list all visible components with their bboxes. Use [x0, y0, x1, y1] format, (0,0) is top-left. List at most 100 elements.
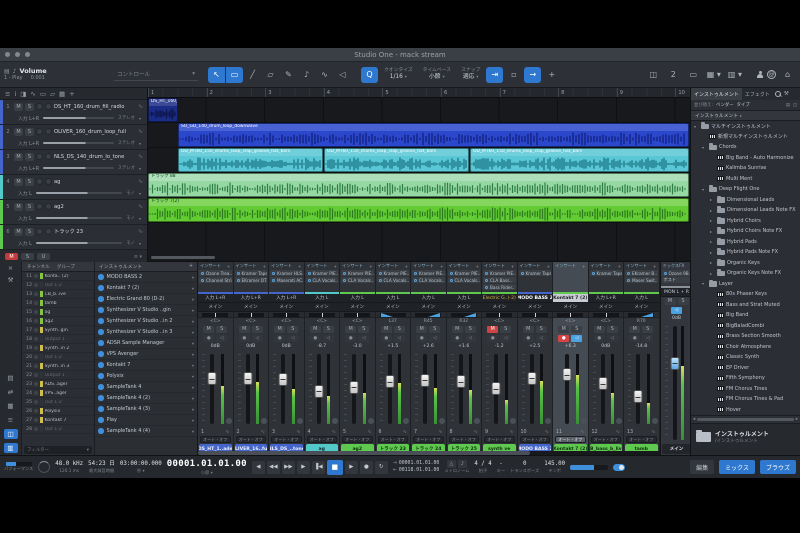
pan-slider[interactable]: [522, 313, 548, 317]
tool-button[interactable]: ✎: [280, 67, 297, 83]
add-button[interactable]: +: [543, 67, 560, 83]
track-monitor-button[interactable]: [45, 103, 52, 110]
browser-tree-item[interactable]: ▸ Organic Keys: [691, 258, 800, 269]
track-input-label[interactable]: 入力 L: [18, 190, 32, 197]
record-arm-button[interactable]: ●: [523, 335, 534, 342]
browser-tree-item[interactable]: Brass Section Smooth: [691, 331, 800, 342]
channel-visible-dot[interactable]: [34, 310, 38, 314]
channel-list-row[interactable]: 20 Out 1-2: [22, 353, 94, 362]
browser-tree-item[interactable]: ▸ Organic Keys Note FX: [691, 268, 800, 279]
rack-instrument-item[interactable]: SampleTank 4 (3) ▾: [95, 404, 197, 415]
rack-instrument-item[interactable]: Synthesizer V Studio ..in 3 ▾: [95, 327, 197, 338]
solo-button[interactable]: S: [500, 326, 511, 333]
mixer-channel-strip[interactable]: インサート+ Ozone Trea.. Channel Strip 入力 L+R…: [198, 262, 234, 455]
channel-visible-dot[interactable]: [34, 319, 38, 323]
monitor-button[interactable]: ◁: [642, 335, 653, 342]
record-arm-button[interactable]: ●: [629, 335, 640, 342]
cue-knob[interactable]: [545, 418, 551, 424]
insert-slot[interactable]: Maser Swit..: [625, 277, 658, 283]
channel-list-row[interactable]: 28 Out 1-2: [22, 425, 94, 434]
add-insert-icon[interactable]: +: [404, 264, 408, 269]
channel-list-row[interactable]: 15 ag: [22, 308, 94, 317]
performance-monitor[interactable]: パフォーマンス: [4, 462, 33, 471]
channel-output-select[interactable]: メイン: [411, 303, 446, 312]
snap-setting[interactable]: スナップ 適応 ▾: [461, 68, 480, 80]
track-channel-mode[interactable]: ステレオ: [118, 140, 135, 146]
channel-name[interactable]: ADS..ager: [45, 382, 93, 387]
channel-name[interactable]: Out 1-2: [45, 283, 93, 288]
channel-name[interactable]: Konta.. (2): [45, 274, 93, 279]
pan-slider[interactable]: [486, 313, 512, 317]
track-monitor-button[interactable]: [45, 178, 52, 185]
post-section[interactable]: ポスト: [662, 277, 692, 283]
volume-fader[interactable]: [636, 354, 640, 424]
solo-button[interactable]: S: [607, 326, 618, 333]
track-row[interactable]: 3 M S NLS_DS_140_drum_lo_tone ∿ 入力 L+R ス…: [0, 150, 147, 175]
track-row[interactable]: 2 M S OLIVER_160_drum_loop_full ∿ 入力 L+R…: [0, 125, 147, 150]
view-button[interactable]: ▦ ▾: [705, 67, 723, 83]
fader-thumb[interactable]: [279, 373, 288, 386]
mute-button[interactable]: M: [381, 326, 392, 333]
search-icon[interactable]: [775, 91, 782, 98]
plugin-power-icon[interactable]: [272, 279, 275, 282]
solo-button[interactable]: S: [323, 326, 334, 333]
transport-button[interactable]: ◀: [252, 461, 265, 474]
tree-expand-arrow[interactable]: ▾: [702, 281, 707, 286]
metronome-section[interactable]: △♪ メトロノーム: [444, 460, 469, 473]
track-header-icon[interactable]: ◨: [20, 90, 26, 98]
monitor-button[interactable]: ◁: [607, 335, 618, 342]
browser-tab[interactable]: エフェクト: [742, 88, 773, 100]
record-arm-button[interactable]: ●: [487, 335, 498, 342]
volume-fader[interactable]: [459, 354, 463, 424]
channel-output-select[interactable]: メイン: [269, 303, 304, 312]
channel-list-row[interactable]: 23 ADS..ager: [22, 380, 94, 389]
track-input-label[interactable]: 入力 L+R: [18, 140, 39, 147]
mixer-channel-strip[interactable]: インサート+ Kontakt 7 (2) メイン <C>: [553, 262, 589, 455]
fader-thumb[interactable]: [598, 377, 607, 390]
tool-button[interactable]: ◁: [334, 67, 351, 83]
channel-input-select[interactable]: 入力 L: [340, 294, 375, 303]
fader-thumb[interactable]: [421, 374, 430, 387]
cue-knob[interactable]: [368, 418, 374, 424]
channel-visible-dot[interactable]: [34, 427, 38, 431]
scroll-left-icon[interactable]: ◂: [693, 417, 695, 422]
meter-style-icon[interactable]: ∿: [580, 429, 584, 435]
monitor-button[interactable]: ◁: [671, 307, 682, 314]
add-insert-icon[interactable]: +: [333, 264, 337, 269]
tree-expand-arrow[interactable]: ▸: [710, 208, 715, 213]
channel-output-select[interactable]: メイン: [340, 303, 375, 312]
track-input-label[interactable]: 入力 L: [18, 215, 32, 222]
insert-slot[interactable]: Kramer PIE..: [483, 270, 516, 276]
track-channel-mode[interactable]: モノ: [126, 240, 135, 246]
transport-button[interactable]: ▶: [297, 461, 310, 474]
channel-output-select[interactable]: メイン: [447, 303, 482, 312]
track-record-arm-button[interactable]: [36, 178, 43, 185]
monitor-button[interactable]: ◁: [252, 335, 263, 342]
control-link-selector[interactable]: コントロール▾: [114, 69, 198, 81]
audio-clip[interactable]: トラック 88: [148, 173, 689, 197]
track-header-icon[interactable]: ▦: [59, 90, 65, 98]
channel-output-select[interactable]: メイン: [198, 303, 233, 312]
channel-list-row[interactable]: 14 tamb: [22, 299, 94, 308]
solo-button[interactable]: S: [429, 326, 440, 333]
track-record-arm-button[interactable]: [36, 103, 43, 110]
mute-button[interactable]: M: [665, 298, 676, 305]
view-button[interactable]: 2: [665, 67, 682, 83]
volume-fader[interactable]: [388, 354, 392, 424]
plugin-power-icon[interactable]: [485, 279, 488, 282]
plugin-power-icon[interactable]: [450, 272, 453, 275]
loop-range-display[interactable]: ⇥00001.01.01.00 ⇤00118.01.01.00: [393, 461, 439, 474]
tool-button[interactable]: ▱: [262, 67, 279, 83]
track-solo-button[interactable]: S: [25, 228, 34, 236]
channel-output-select[interactable]: メイン: [234, 303, 269, 312]
transport-button[interactable]: ↻: [375, 461, 388, 474]
monitor-button[interactable]: ◁: [536, 335, 547, 342]
pan-slider[interactable]: [557, 313, 583, 317]
rack-instrument-item[interactable]: Polysix ▾: [95, 371, 197, 382]
track-volume-slider[interactable]: [43, 167, 114, 169]
insert-slot[interactable]: Kramer Tape..: [590, 270, 623, 276]
browser-tree-item[interactable]: FM Chorus Tines & Pad: [691, 394, 800, 405]
large-console-view-icon[interactable]: ▥: [4, 443, 18, 453]
plugin-power-icon[interactable]: [485, 272, 488, 275]
meter-style-icon[interactable]: ∿: [332, 429, 336, 435]
